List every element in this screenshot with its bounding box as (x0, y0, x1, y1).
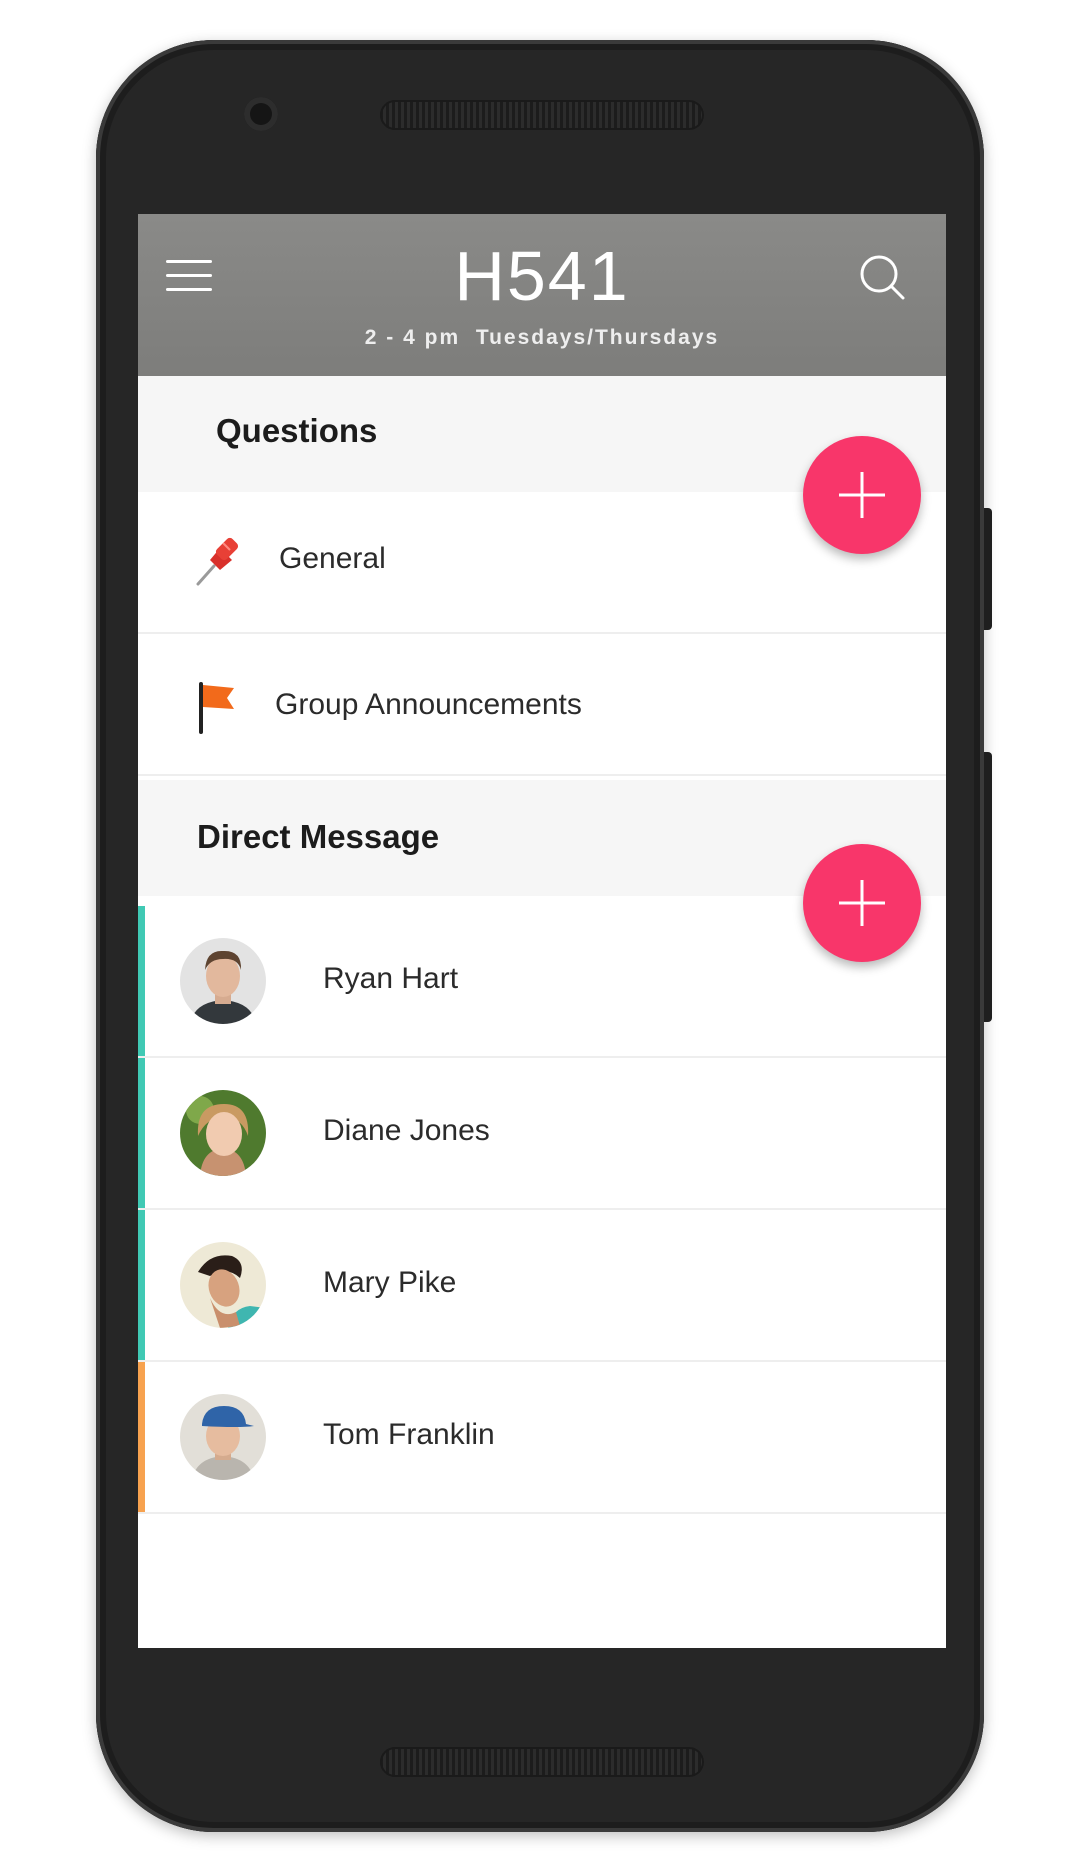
front-camera (244, 97, 278, 131)
page-title: H541 (454, 237, 630, 315)
dm-name: Mary Pike (323, 1266, 457, 1299)
dm-name: Tom Franklin (323, 1418, 495, 1451)
plus-icon (839, 472, 885, 518)
search-icon[interactable] (857, 252, 911, 306)
volume-button (984, 752, 992, 1022)
status-indicator (138, 1362, 145, 1512)
avatar (180, 1394, 266, 1480)
add-question-channel-button[interactable] (803, 436, 921, 554)
add-direct-message-button[interactable] (803, 844, 921, 962)
dm-name: Diane Jones (323, 1114, 490, 1147)
status-indicator (138, 906, 145, 1056)
flag-icon (196, 680, 240, 739)
dm-name: Ryan Hart (323, 962, 459, 995)
channel-label: General (279, 542, 386, 575)
dm-item-mary-pike[interactable]: Mary Pike (138, 1210, 946, 1362)
page-subtitle: 2 - 4 pm Tuesdays/Thursdays (364, 326, 720, 349)
earpiece-speaker (380, 100, 704, 130)
dm-item-tom-franklin[interactable]: Tom Franklin (138, 1362, 946, 1514)
direct-message-title: Direct Message (197, 818, 440, 855)
questions-title: Questions (216, 412, 378, 449)
app-screen: H541 2 - 4 pm Tuesdays/Thursdays Questio… (138, 214, 946, 1648)
pushpin-icon (190, 534, 246, 595)
status-indicator (138, 1210, 145, 1360)
avatar (180, 1242, 266, 1328)
channel-item-group-announcements[interactable]: Group Announcements (138, 634, 946, 776)
plus-icon (839, 880, 885, 926)
channel-label: Group Announcements (275, 688, 582, 721)
avatar (180, 1090, 266, 1176)
app-header: H541 2 - 4 pm Tuesdays/Thursdays (138, 214, 946, 376)
power-button (984, 508, 992, 630)
status-indicator (138, 1058, 145, 1208)
dm-item-diane-jones[interactable]: Diane Jones (138, 1058, 946, 1210)
avatar (180, 938, 266, 1024)
bottom-speaker (380, 1747, 704, 1777)
